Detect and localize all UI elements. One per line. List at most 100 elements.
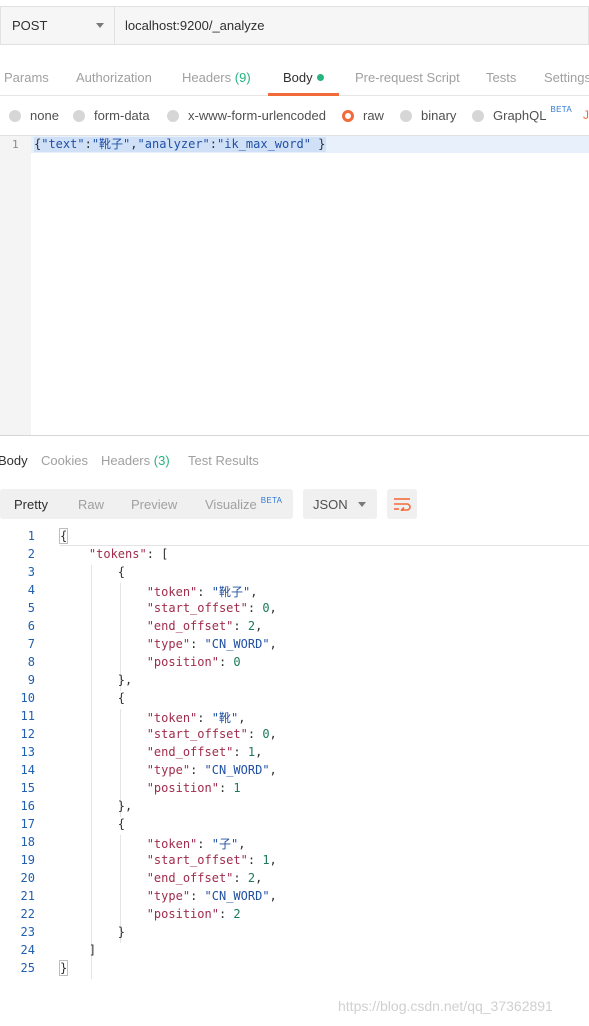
beta-badge: BETA	[260, 496, 283, 505]
code-line: "end_offset": 2,	[146, 871, 263, 885]
tab-label: Headers	[182, 70, 232, 85]
tab-label: Params	[4, 70, 49, 85]
body-type-radios: none form-data x-www-form-urlencoded raw…	[0, 102, 589, 130]
code-line: "start_offset": 0,	[146, 601, 277, 615]
code-line: "type": "CN_WORD",	[146, 763, 277, 777]
line-number: 18	[20, 835, 35, 849]
green-dot-icon	[316, 74, 324, 81]
response-body-viewer[interactable]: 1 {2 "tokens": [3 {4 "token": "靴子", 5 "sta…	[0, 528, 589, 989]
response-tab-test-results[interactable]: Test Results	[188, 453, 259, 468]
line-number: 10	[20, 691, 35, 705]
response-tab-cookies[interactable]: Cookies	[41, 453, 88, 468]
line-number: 16	[20, 799, 35, 813]
beta-badge: BETA	[550, 105, 572, 114]
radio-x-www-form-urlencoded[interactable]: x-www-form-urlencoded	[167, 108, 326, 123]
line-number: 14	[20, 763, 35, 777]
code-line: ]	[60, 943, 97, 957]
line-number: 24	[20, 943, 35, 957]
view-pretty-button[interactable]: Pretty	[14, 497, 48, 512]
radio-binary[interactable]: binary	[400, 108, 456, 123]
response-tab-body[interactable]: Body	[0, 453, 28, 468]
radio-none[interactable]: none	[9, 108, 59, 123]
line-number: 11	[20, 709, 35, 723]
request-url-bar: POST localhost:9200/_analyze	[0, 6, 589, 45]
radio-circle-icon	[9, 109, 21, 122]
line-number: 15	[20, 781, 35, 795]
line-number: 3	[27, 565, 35, 579]
code-line: "type": "CN_WORD",	[146, 637, 277, 651]
method-label: POST	[12, 18, 48, 33]
tab-label: Settings	[544, 70, 589, 85]
tab-pre-request-script[interactable]: Pre-request Script	[355, 70, 460, 85]
editor-gutter: 1	[0, 136, 31, 435]
response-tab-headers[interactable]: Headers (3)	[101, 453, 170, 468]
code-line: },	[60, 673, 133, 687]
request-body-editor[interactable]: 1 {"text":"靴子","analyzer":"ik_max_word" …	[0, 135, 589, 436]
view-raw-button[interactable]: Raw	[78, 497, 104, 512]
radio-graphql[interactable]: GraphQL BETA	[472, 105, 572, 123]
line-number: 19	[20, 853, 35, 867]
line-number: 8	[27, 655, 35, 669]
tab-tests[interactable]: Tests	[486, 70, 516, 85]
radio-label: none	[30, 108, 59, 123]
tab-settings[interactable]: Settings	[544, 70, 589, 85]
line-number: 17	[20, 817, 35, 831]
format-select[interactable]: JSON	[303, 489, 377, 519]
tab-params[interactable]: Params	[4, 70, 49, 85]
radio-form-data[interactable]: form-data	[73, 108, 150, 123]
line-number: 7	[27, 637, 35, 651]
view-visualize-button[interactable]: Visualize BETA	[205, 496, 283, 512]
method-select[interactable]: POST	[0, 6, 115, 45]
code-line: "end_offset": 1,	[146, 745, 263, 759]
tab-authorization[interactable]: Authorization	[76, 70, 152, 85]
format-label: JSON	[313, 496, 348, 512]
line-number: 6	[27, 619, 35, 633]
code-line: {	[58, 528, 69, 544]
line-number: 12	[20, 727, 35, 741]
line-number: 4	[27, 583, 35, 597]
tab-label: Cookies	[41, 453, 88, 468]
line-number: 5	[27, 601, 35, 615]
line-number: 23	[20, 925, 35, 939]
code-line: }	[60, 925, 126, 939]
response-tabs: Body Cookies Headers (3) Test Results	[0, 446, 589, 476]
code-line: {	[60, 691, 126, 705]
tab-headers[interactable]: Headers (9)	[182, 70, 251, 85]
url-input[interactable]: localhost:9200/_analyze	[115, 6, 589, 45]
code-line: "token": "靴",	[146, 711, 246, 725]
overflow-js-link[interactable]: JS	[583, 108, 589, 122]
editor-divider	[60, 545, 589, 546]
radio-raw[interactable]: raw	[342, 108, 384, 123]
tab-label: Body	[283, 70, 313, 85]
active-tab-underline	[268, 93, 339, 96]
watermark: https://blog.csdn.net/qq_37362891	[338, 998, 553, 1014]
code-line: "token": "靴子",	[146, 585, 258, 599]
code-line: }	[58, 960, 69, 976]
view-label: Visualize	[205, 497, 257, 512]
radio-circle-icon	[472, 109, 484, 122]
tab-label: Headers	[101, 453, 151, 468]
request-tabs: Params Authorization Headers (9) Body Pr…	[0, 62, 589, 96]
code-line: "end_offset": 2,	[146, 619, 263, 633]
radio-circle-icon	[73, 109, 85, 122]
line-number: 25	[20, 961, 35, 975]
chevron-down-icon	[358, 501, 366, 507]
code-line: "position": 1	[146, 781, 241, 795]
view-preview-button[interactable]: Preview	[131, 497, 177, 512]
radio-label: binary	[421, 108, 457, 123]
radio-label: x-www-form-urlencoded	[188, 108, 326, 123]
headers-count: (3)	[153, 453, 170, 468]
line-number: 2	[27, 547, 35, 561]
radio-selected-icon	[342, 109, 354, 122]
tab-label: Pre-request Script	[355, 70, 460, 85]
request-body-text[interactable]: {"text":"靴子","analyzer":"ik_max_word" }	[34, 137, 327, 152]
radio-label: form-data	[94, 108, 150, 123]
tab-label: Body	[0, 453, 28, 468]
radio-label: GraphQL	[493, 108, 547, 123]
code-line: "position": 2	[146, 907, 241, 921]
code-line: },	[60, 799, 133, 813]
line-number: 1	[12, 138, 19, 151]
headers-count: (9)	[234, 70, 251, 85]
tab-body[interactable]: Body	[283, 70, 324, 85]
wrap-lines-button[interactable]	[387, 489, 417, 519]
